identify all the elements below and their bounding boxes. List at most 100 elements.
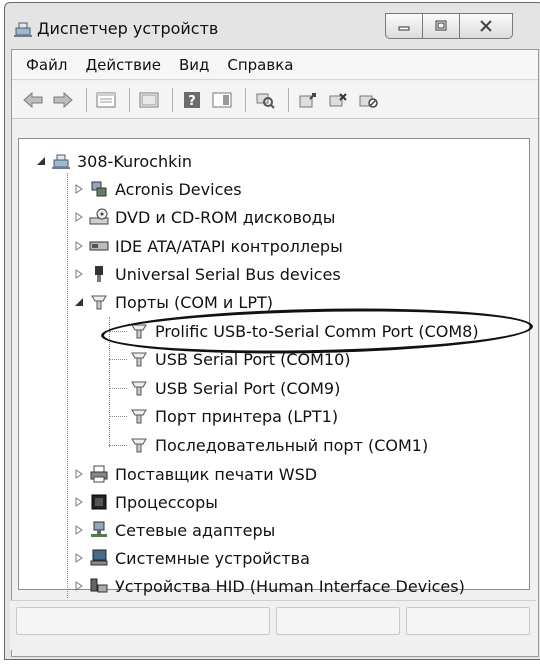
tree-connector	[109, 359, 127, 360]
minimize-button[interactable]	[385, 13, 423, 39]
close-button[interactable]	[459, 13, 513, 39]
tree-item-label: DVD и CD-ROM дисководы	[115, 207, 336, 227]
menu-file[interactable]: Файл	[26, 56, 67, 74]
usb-device-icon	[95, 266, 103, 282]
scan-hardware-icon	[256, 93, 275, 109]
tree-item-ide-controllers[interactable]: IDE ATA/ATAPI контроллеры	[73, 232, 343, 260]
tree-item-usb-devices[interactable]: Universal Serial Bus devices	[73, 260, 341, 288]
computer-icon	[52, 154, 70, 169]
tree-item-dvd-cdrom[interactable]: DVD и CD-ROM дисководы	[73, 203, 335, 231]
status-cell	[276, 607, 400, 635]
back-button[interactable]	[20, 87, 46, 113]
properties-button[interactable]	[93, 87, 119, 113]
forward-arrow-icon	[53, 91, 73, 108]
svg-text:?: ?	[188, 94, 196, 109]
collapse-arrow-icon[interactable]	[73, 296, 85, 308]
tree-item-wsd-print[interactable]: Поставщик печати WSD	[73, 460, 317, 488]
help-icon: ?	[184, 91, 200, 109]
help-button[interactable]: ?	[179, 87, 205, 113]
tree-item-com1[interactable]: Последовательный порт (COM1)	[129, 431, 428, 459]
expand-arrow-icon[interactable]	[73, 552, 85, 564]
title-bar[interactable]: Диспетчер устройств	[5, 3, 540, 53]
forward-button[interactable]	[50, 87, 76, 113]
maximize-button[interactable]	[422, 13, 460, 39]
status-cell	[406, 607, 530, 635]
show-hide-console-tree-icon	[139, 92, 159, 107]
dvd-drive-icon	[89, 208, 109, 225]
expand-arrow-icon[interactable]	[73, 496, 85, 508]
properties-icon	[96, 92, 116, 107]
update-driver-button[interactable]	[295, 87, 321, 113]
expand-arrow-icon[interactable]	[73, 268, 85, 280]
expand-arrow-icon[interactable]	[73, 240, 85, 252]
tree-item-system-devices[interactable]: Системные устройства	[73, 544, 310, 572]
tree-item-label: USB Serial Port (COM9)	[155, 378, 341, 398]
tree-root-label: 308-Kurochkin	[77, 151, 192, 171]
tree-item-label: Устройства HID (Human Interface Devices)	[115, 576, 465, 596]
tree-item-label: Acronis Devices	[115, 179, 242, 199]
device-manager-icon	[14, 22, 32, 37]
tree-root[interactable]: 308-Kurochkin	[35, 147, 192, 175]
status-cell	[16, 607, 270, 635]
tree-item-label: Сетевые адаптеры	[115, 520, 276, 540]
acronis-devices-icon	[91, 181, 107, 197]
ide-controller-icon	[89, 241, 109, 251]
tree-item-label: Поставщик печати WSD	[115, 464, 318, 484]
tree-connector	[109, 445, 127, 446]
tree-connector	[109, 416, 127, 417]
tree-item-label: Порты (COM и LPT)	[115, 292, 273, 312]
toolbar-separator	[245, 87, 246, 112]
tree-item-processors[interactable]: Процессоры	[73, 488, 218, 516]
collapse-arrow-icon[interactable]	[35, 155, 47, 167]
tree-item-label: Процессоры	[115, 492, 218, 512]
menu-bar: Файл Действие Вид Справка	[12, 50, 538, 80]
tree-item-network-adapters[interactable]: Сетевые адаптеры	[73, 516, 275, 544]
tree-item-hid[interactable]: Устройства HID (Human Interface Devices)	[73, 572, 465, 600]
port-icon	[131, 352, 147, 367]
minimize-icon	[398, 26, 410, 31]
tree-item-label: Порт принтера (LPT1)	[155, 406, 339, 426]
window-title: Диспетчер устройств	[37, 19, 219, 38]
disable-device-button[interactable]	[355, 87, 381, 113]
tree-connector	[109, 388, 127, 389]
network-adapter-icon	[91, 521, 107, 537]
tree-item-label: Последовательный порт (COM1)	[155, 435, 429, 455]
expand-arrow-icon[interactable]	[73, 211, 85, 223]
expand-arrow-icon[interactable]	[73, 183, 85, 195]
scan-hardware-button[interactable]	[252, 87, 278, 113]
action-pane-icon	[212, 92, 232, 107]
port-icon	[131, 409, 147, 424]
tree-item-usb-serial-com9[interactable]: USB Serial Port (COM9)	[129, 374, 340, 402]
expand-arrow-icon[interactable]	[73, 524, 85, 536]
printer-icon	[90, 465, 108, 483]
uninstall-icon	[329, 92, 347, 106]
system-devices-icon	[90, 549, 108, 566]
uninstall-button[interactable]	[325, 87, 351, 113]
tree-item-lpt1[interactable]: Порт принтера (LPT1)	[129, 402, 338, 430]
toolbar-separator	[86, 87, 87, 112]
processor-icon	[91, 494, 107, 510]
menu-action[interactable]: Действие	[85, 56, 161, 74]
action-pane-button[interactable]	[209, 87, 235, 113]
tree-item-label: Universal Serial Bus devices	[115, 264, 341, 284]
expand-arrow-icon[interactable]	[73, 580, 85, 592]
port-icon	[91, 295, 107, 310]
expand-arrow-icon[interactable]	[73, 468, 85, 480]
menu-view[interactable]: Вид	[179, 56, 209, 74]
hid-device-icon	[90, 578, 108, 593]
tree-connector	[67, 173, 68, 598]
port-icon	[131, 381, 147, 396]
toolbar: ?	[12, 81, 538, 119]
disable-device-icon	[359, 95, 378, 108]
tree-item-acronis-devices[interactable]: Acronis Devices	[73, 175, 242, 203]
port-icon	[131, 438, 147, 453]
maximize-icon	[435, 20, 447, 31]
tree-item-label: Системные устройства	[115, 548, 310, 568]
menu-help[interactable]: Справка	[227, 56, 293, 74]
toolbar-separator	[172, 87, 173, 112]
show-hide-console-tree-button[interactable]	[136, 87, 162, 113]
close-icon	[480, 20, 492, 32]
back-arrow-icon	[23, 91, 43, 108]
device-tree: 308-Kurochkin Acronis Devices DVD и CD-R…	[18, 138, 534, 598]
toolbar-separator	[288, 87, 289, 112]
